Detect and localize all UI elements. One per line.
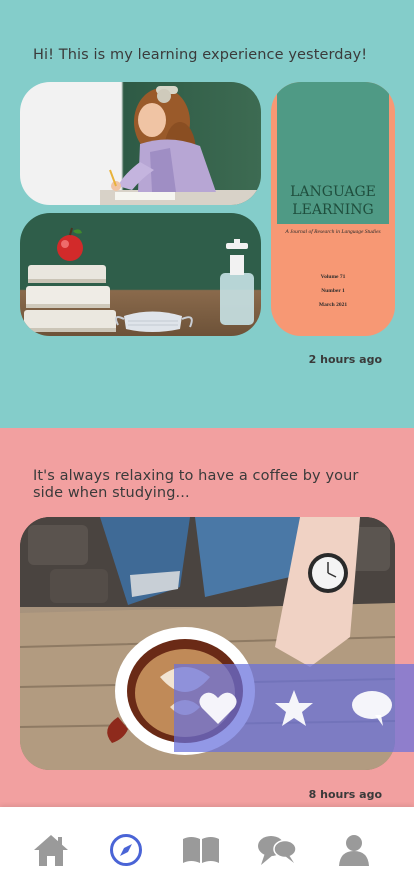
- post-caption: Hi! This is my learning experience yeste…: [33, 47, 368, 63]
- journal-subtitle: A Journal of Research in Language Studie…: [285, 229, 381, 235]
- student-photo[interactable]: [20, 82, 261, 205]
- post-time: 8 hours ago: [308, 788, 382, 801]
- post-actions-bar: [174, 664, 414, 752]
- star-icon[interactable]: [272, 686, 316, 730]
- chat-icon[interactable]: [257, 830, 297, 870]
- journal-cover[interactable]: LANGUAGE LEARNING A Journal of Research …: [271, 82, 395, 336]
- compass-icon[interactable]: [106, 830, 146, 870]
- journal-volume: Volume 71: [320, 274, 346, 280]
- comment-icon[interactable]: [350, 686, 394, 730]
- home-icon[interactable]: [31, 830, 71, 870]
- journal-date: March 2021: [318, 302, 348, 308]
- post-time: 2 hours ago: [308, 353, 382, 366]
- bottom-navigation: [0, 807, 414, 896]
- post-learning: Hi! This is my learning experience yeste…: [0, 0, 414, 428]
- heart-icon[interactable]: [196, 686, 240, 730]
- journal-number: Number 1: [321, 288, 345, 294]
- books-photo[interactable]: [20, 213, 261, 336]
- book-icon[interactable]: [181, 830, 221, 870]
- profile-icon[interactable]: [334, 830, 374, 870]
- journal-title: LANGUAGE LEARNING: [290, 184, 376, 218]
- post-caption: It's always relaxing to have a coffee by…: [33, 468, 359, 501]
